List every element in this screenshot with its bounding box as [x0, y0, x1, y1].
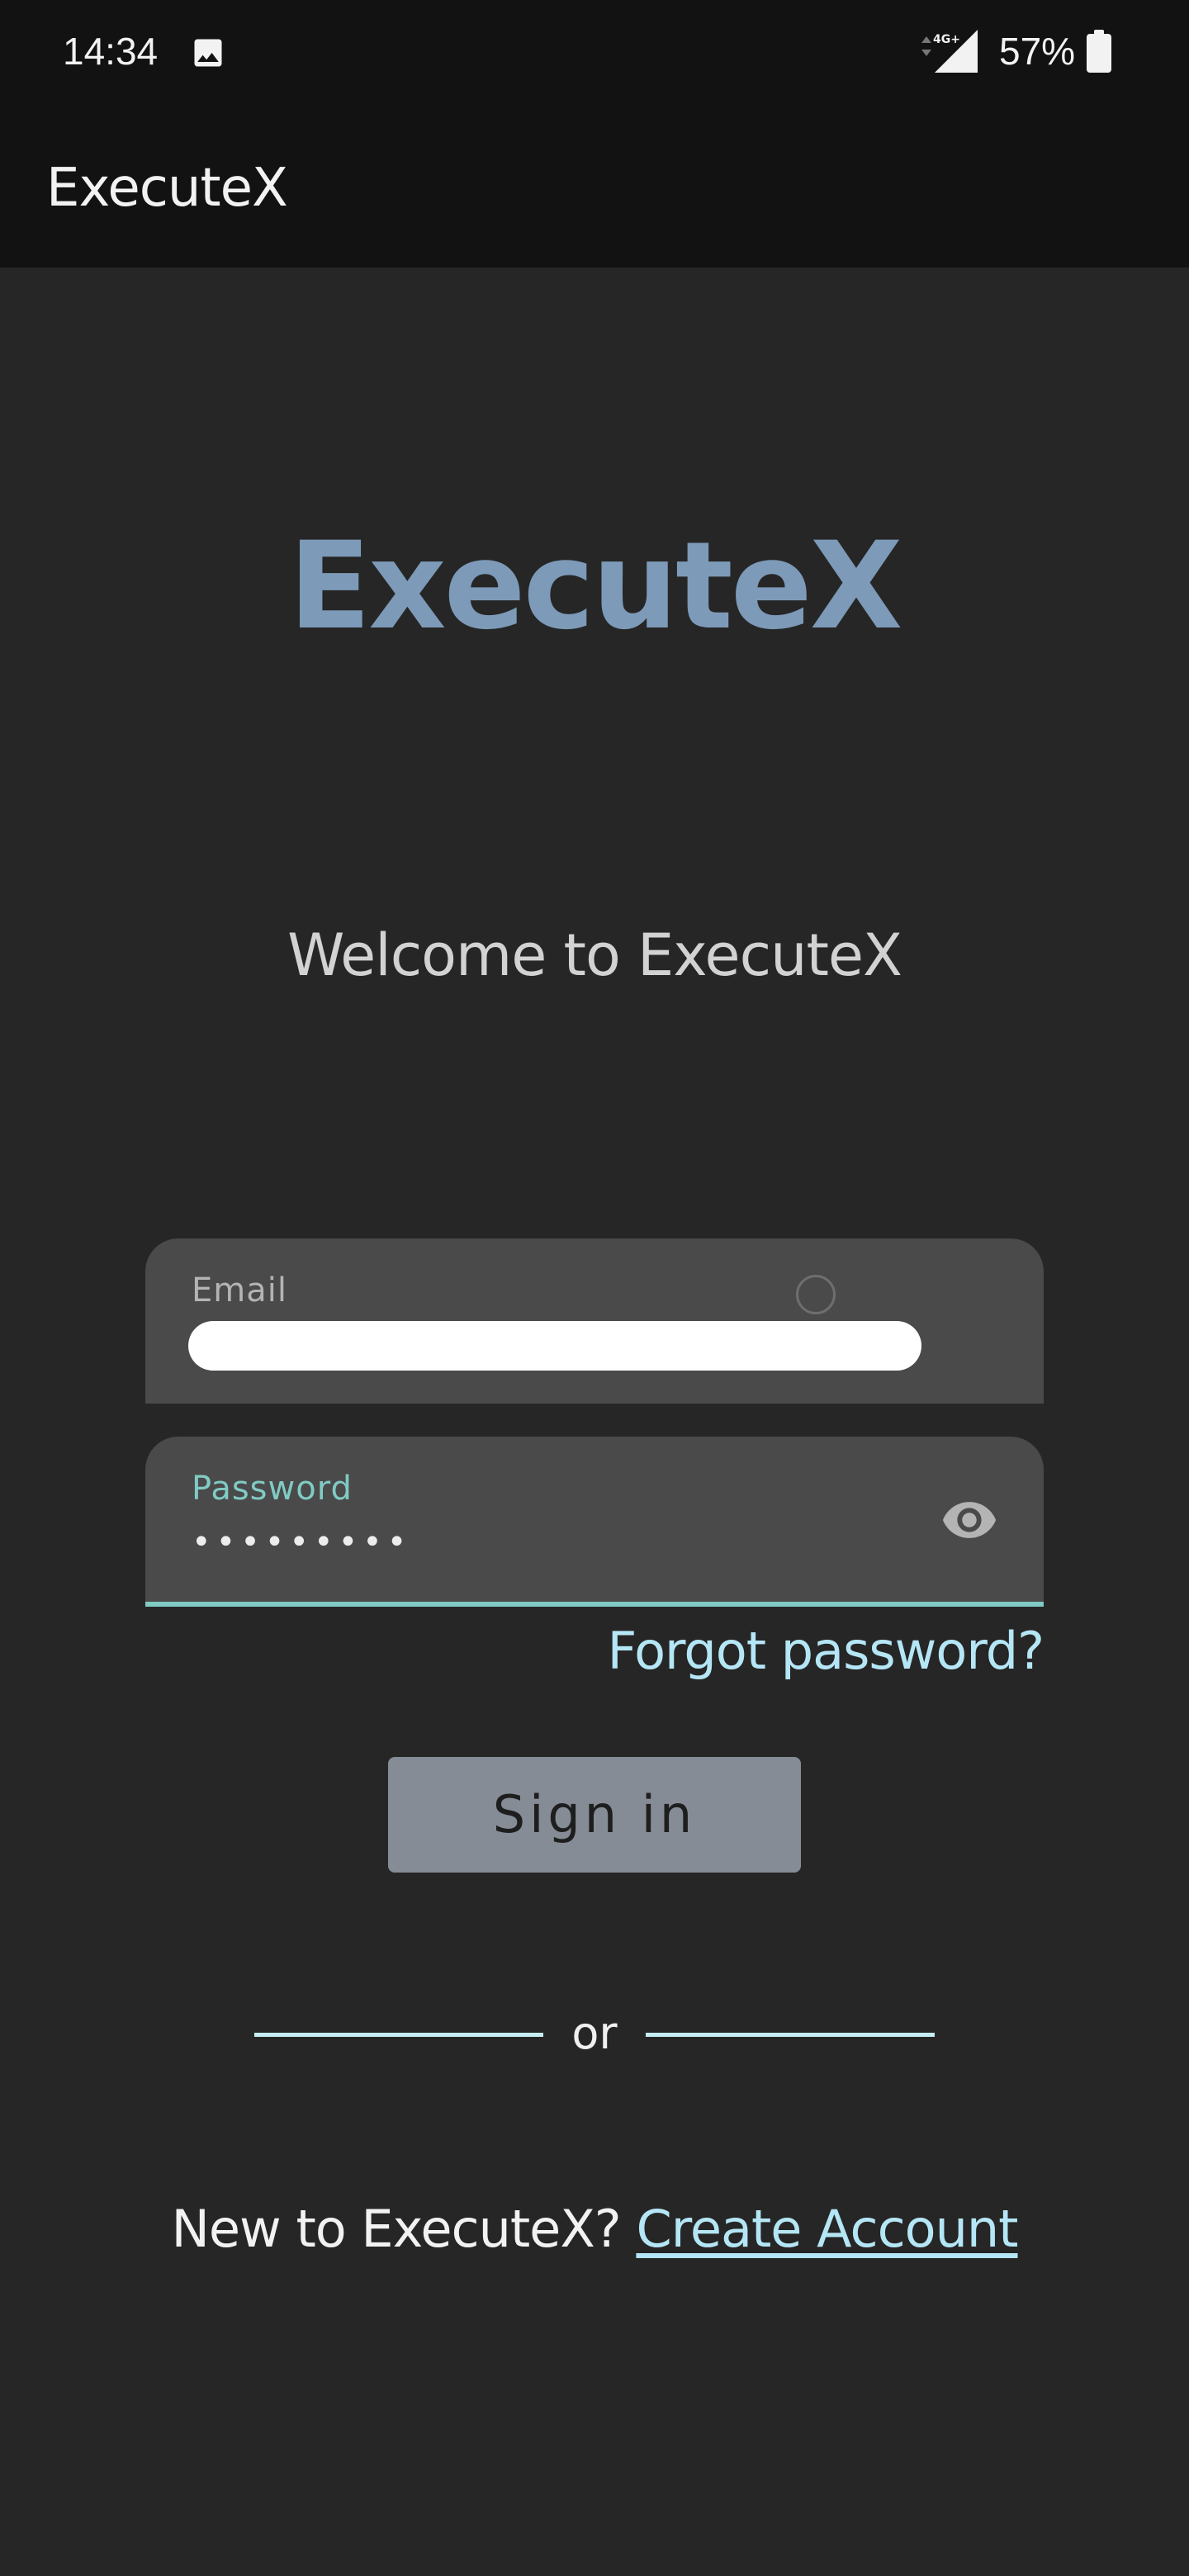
app-logo-text: ExecuteX: [288, 516, 903, 656]
signal-icon: 4G+: [921, 30, 978, 73]
loading-indicator-icon: [796, 1275, 836, 1314]
password-label: Password: [192, 1470, 353, 1508]
status-time: 14:34: [63, 30, 159, 73]
email-field[interactable]: Email: [145, 1238, 1044, 1404]
create-account-link[interactable]: Create Account: [636, 2199, 1018, 2259]
network-type: 4G+: [933, 33, 960, 46]
email-value-redacted[interactable]: [188, 1321, 921, 1371]
welcome-heading: Welcome to ExecuteX: [287, 921, 902, 989]
status-bar: 14:34 4G+ 57%: [0, 0, 1189, 104]
divider-or-text: or: [571, 2007, 618, 2059]
password-value[interactable]: •••••••••: [192, 1518, 918, 1567]
app-bar: ExecuteX: [0, 104, 1189, 268]
create-account-row: New to ExecuteX? Create Account: [0, 2196, 1189, 2262]
app-bar-title: ExecuteX: [46, 158, 288, 219]
sign-in-button[interactable]: Sign in: [388, 1757, 801, 1873]
battery-percentage: 57%: [999, 30, 1076, 73]
gallery-icon: [194, 39, 222, 67]
battery-icon: [1087, 30, 1111, 73]
divider-line-left: [254, 2033, 543, 2037]
eye-icon[interactable]: [936, 1491, 1002, 1549]
new-user-prompt: New to ExecuteX?: [171, 2199, 622, 2259]
email-label: Email: [192, 1271, 287, 1309]
password-field[interactable]: Password •••••••••: [145, 1437, 1044, 1607]
forgot-password-link[interactable]: Forgot password?: [608, 1618, 1045, 1684]
divider-line-right: [646, 2033, 935, 2037]
